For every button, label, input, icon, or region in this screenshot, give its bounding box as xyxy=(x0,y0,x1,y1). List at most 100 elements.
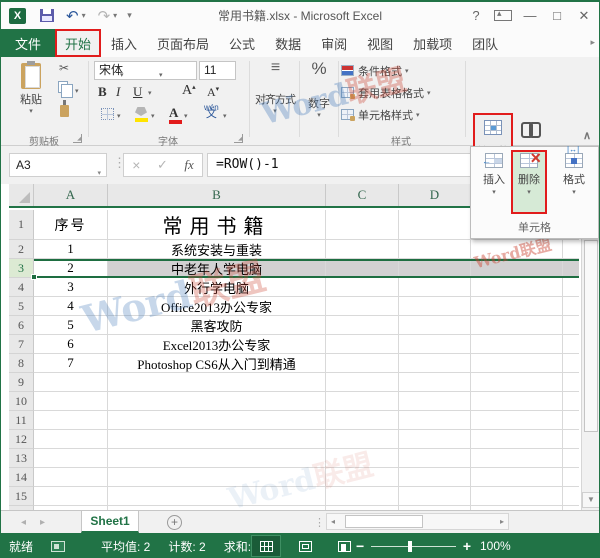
cell-B14[interactable] xyxy=(108,468,326,487)
cell-A3[interactable]: 2 xyxy=(34,259,108,278)
zoom-out-icon[interactable]: − xyxy=(356,538,364,554)
sheet-nav-right-icon[interactable]: ▸ xyxy=(40,517,59,528)
cell-B15[interactable] xyxy=(108,487,326,506)
confirm-entry-icon[interactable]: ✓ xyxy=(157,157,168,173)
cell-C8[interactable] xyxy=(326,354,399,373)
tab-splitter-dots[interactable]: ⋮ xyxy=(314,516,325,529)
new-sheet-icon[interactable]: + xyxy=(167,515,182,530)
tab-7[interactable]: 加载项 xyxy=(403,29,462,57)
delete-cells-button[interactable]: 删除 ▾ xyxy=(512,151,546,213)
cell-A10[interactable] xyxy=(34,392,108,411)
cell-A11[interactable] xyxy=(34,411,108,430)
cell-C2[interactable] xyxy=(326,240,399,259)
horizontal-scrollbar[interactable]: ◂ ▸ xyxy=(326,513,509,530)
font-color-button[interactable]: A xyxy=(169,105,178,121)
clipboard-dialog-launcher-icon[interactable] xyxy=(73,134,82,143)
tab-6[interactable]: 视图 xyxy=(357,29,403,57)
cell-B11[interactable] xyxy=(108,411,326,430)
collapse-ribbon-icon[interactable]: ∧ xyxy=(583,129,591,142)
cell-D14[interactable] xyxy=(399,468,471,487)
cell-C12[interactable] xyxy=(326,430,399,449)
row-header-4[interactable]: 4 xyxy=(9,278,34,297)
cell-C6[interactable] xyxy=(326,316,399,335)
cell-D5[interactable] xyxy=(399,297,471,316)
cell-E9[interactable] xyxy=(471,373,563,392)
cell-A12[interactable] xyxy=(34,430,108,449)
cell-D11[interactable] xyxy=(399,411,471,430)
cell-A9[interactable] xyxy=(34,373,108,392)
scroll-left-icon[interactable]: ◂ xyxy=(331,517,335,526)
row-header-10[interactable]: 10 xyxy=(9,392,34,411)
cell-F13[interactable] xyxy=(563,449,579,468)
cell-E10[interactable] xyxy=(471,392,563,411)
tab-overflow-arrow-icon[interactable]: ▸ xyxy=(590,37,595,48)
sheet-tab-sheet1[interactable]: Sheet1 xyxy=(81,511,139,533)
format-as-table-button[interactable]: 套用表格格式▾ xyxy=(341,83,431,102)
cell-D8[interactable] xyxy=(399,354,471,373)
cell-styles-button[interactable]: 单元格样式▾ xyxy=(341,105,420,124)
cell-D7[interactable] xyxy=(399,335,471,354)
cell-F9[interactable] xyxy=(563,373,579,392)
cell-D15[interactable] xyxy=(399,487,471,506)
cell-E14[interactable] xyxy=(471,468,563,487)
format-cells-button[interactable]: 格式 ▾ xyxy=(559,151,589,196)
cell-C9[interactable] xyxy=(326,373,399,392)
cell-D1[interactable] xyxy=(399,210,471,240)
cell-C7[interactable] xyxy=(326,335,399,354)
sheet-nav-left-icon[interactable]: ◂ xyxy=(21,517,40,528)
format-dropdown-icon[interactable]: ▾ xyxy=(559,188,589,196)
cell-C11[interactable] xyxy=(326,411,399,430)
cancel-entry-icon[interactable]: × xyxy=(132,157,140,173)
cell-D2[interactable] xyxy=(399,240,471,259)
cell-B2[interactable]: 系统安装与重装 xyxy=(108,240,326,259)
row-header-13[interactable]: 13 xyxy=(9,449,34,468)
italic-button[interactable]: I xyxy=(116,84,120,100)
page-break-view-button[interactable] xyxy=(329,535,359,557)
cell-A15[interactable] xyxy=(34,487,108,506)
insert-function-icon[interactable]: fx xyxy=(184,157,193,173)
cell-A1[interactable]: 序号 xyxy=(34,210,108,240)
zoom-level[interactable]: 100% xyxy=(480,539,511,553)
cell-B7[interactable]: Excel2013办公专家 xyxy=(108,335,326,354)
vertical-scrollbar[interactable]: ▼ xyxy=(581,208,600,510)
tab-3[interactable]: 公式 xyxy=(219,29,265,57)
name-box-dropdown-icon[interactable]: ▾ xyxy=(97,163,101,185)
maximize-button[interactable]: □ xyxy=(548,8,566,23)
normal-view-button[interactable] xyxy=(251,535,281,557)
cell-E15[interactable] xyxy=(471,487,563,506)
shrink-font-button[interactable]: A▾ xyxy=(207,85,219,100)
cell-B5[interactable]: Office2013办公专家 xyxy=(108,297,326,316)
cell-B3[interactable]: 中老年人学电脑 xyxy=(108,259,326,278)
ribbon-display-options-icon[interactable] xyxy=(494,10,512,21)
help-icon[interactable]: ? xyxy=(467,8,485,23)
cell-C10[interactable] xyxy=(326,392,399,411)
font-size-dropdown-icon[interactable]: ▾ xyxy=(159,67,233,84)
cell-A2[interactable]: 1 xyxy=(34,240,108,259)
tab-4[interactable]: 数据 xyxy=(265,29,311,57)
cell-F3[interactable] xyxy=(563,259,579,278)
horizontal-scrollbar-thumb[interactable] xyxy=(345,515,423,528)
close-button[interactable]: ✕ xyxy=(575,8,593,24)
cell-C4[interactable] xyxy=(326,278,399,297)
cell-C13[interactable] xyxy=(326,449,399,468)
cell-E6[interactable] xyxy=(471,316,563,335)
cell-A14[interactable] xyxy=(34,468,108,487)
cell-F2[interactable] xyxy=(563,240,579,259)
cell-D6[interactable] xyxy=(399,316,471,335)
underline-dropdown-icon[interactable]: ▾ xyxy=(148,89,152,97)
row-header-1[interactable]: 1 xyxy=(9,210,34,240)
cell-A6[interactable]: 5 xyxy=(34,316,108,335)
zoom-in-icon[interactable]: + xyxy=(463,538,471,554)
column-header-B[interactable]: B xyxy=(108,184,326,206)
cell-F6[interactable] xyxy=(563,316,579,335)
column-header-D[interactable]: D xyxy=(399,184,471,206)
cell-C3[interactable] xyxy=(326,259,399,278)
delete-dropdown-icon[interactable]: ▾ xyxy=(512,188,546,196)
cell-D4[interactable] xyxy=(399,278,471,297)
cell-D10[interactable] xyxy=(399,392,471,411)
underline-button[interactable]: U xyxy=(133,84,142,100)
cell-E8[interactable] xyxy=(471,354,563,373)
zoom-slider[interactable] xyxy=(371,546,456,547)
cell-B12[interactable] xyxy=(108,430,326,449)
cell-F15[interactable] xyxy=(563,487,579,506)
